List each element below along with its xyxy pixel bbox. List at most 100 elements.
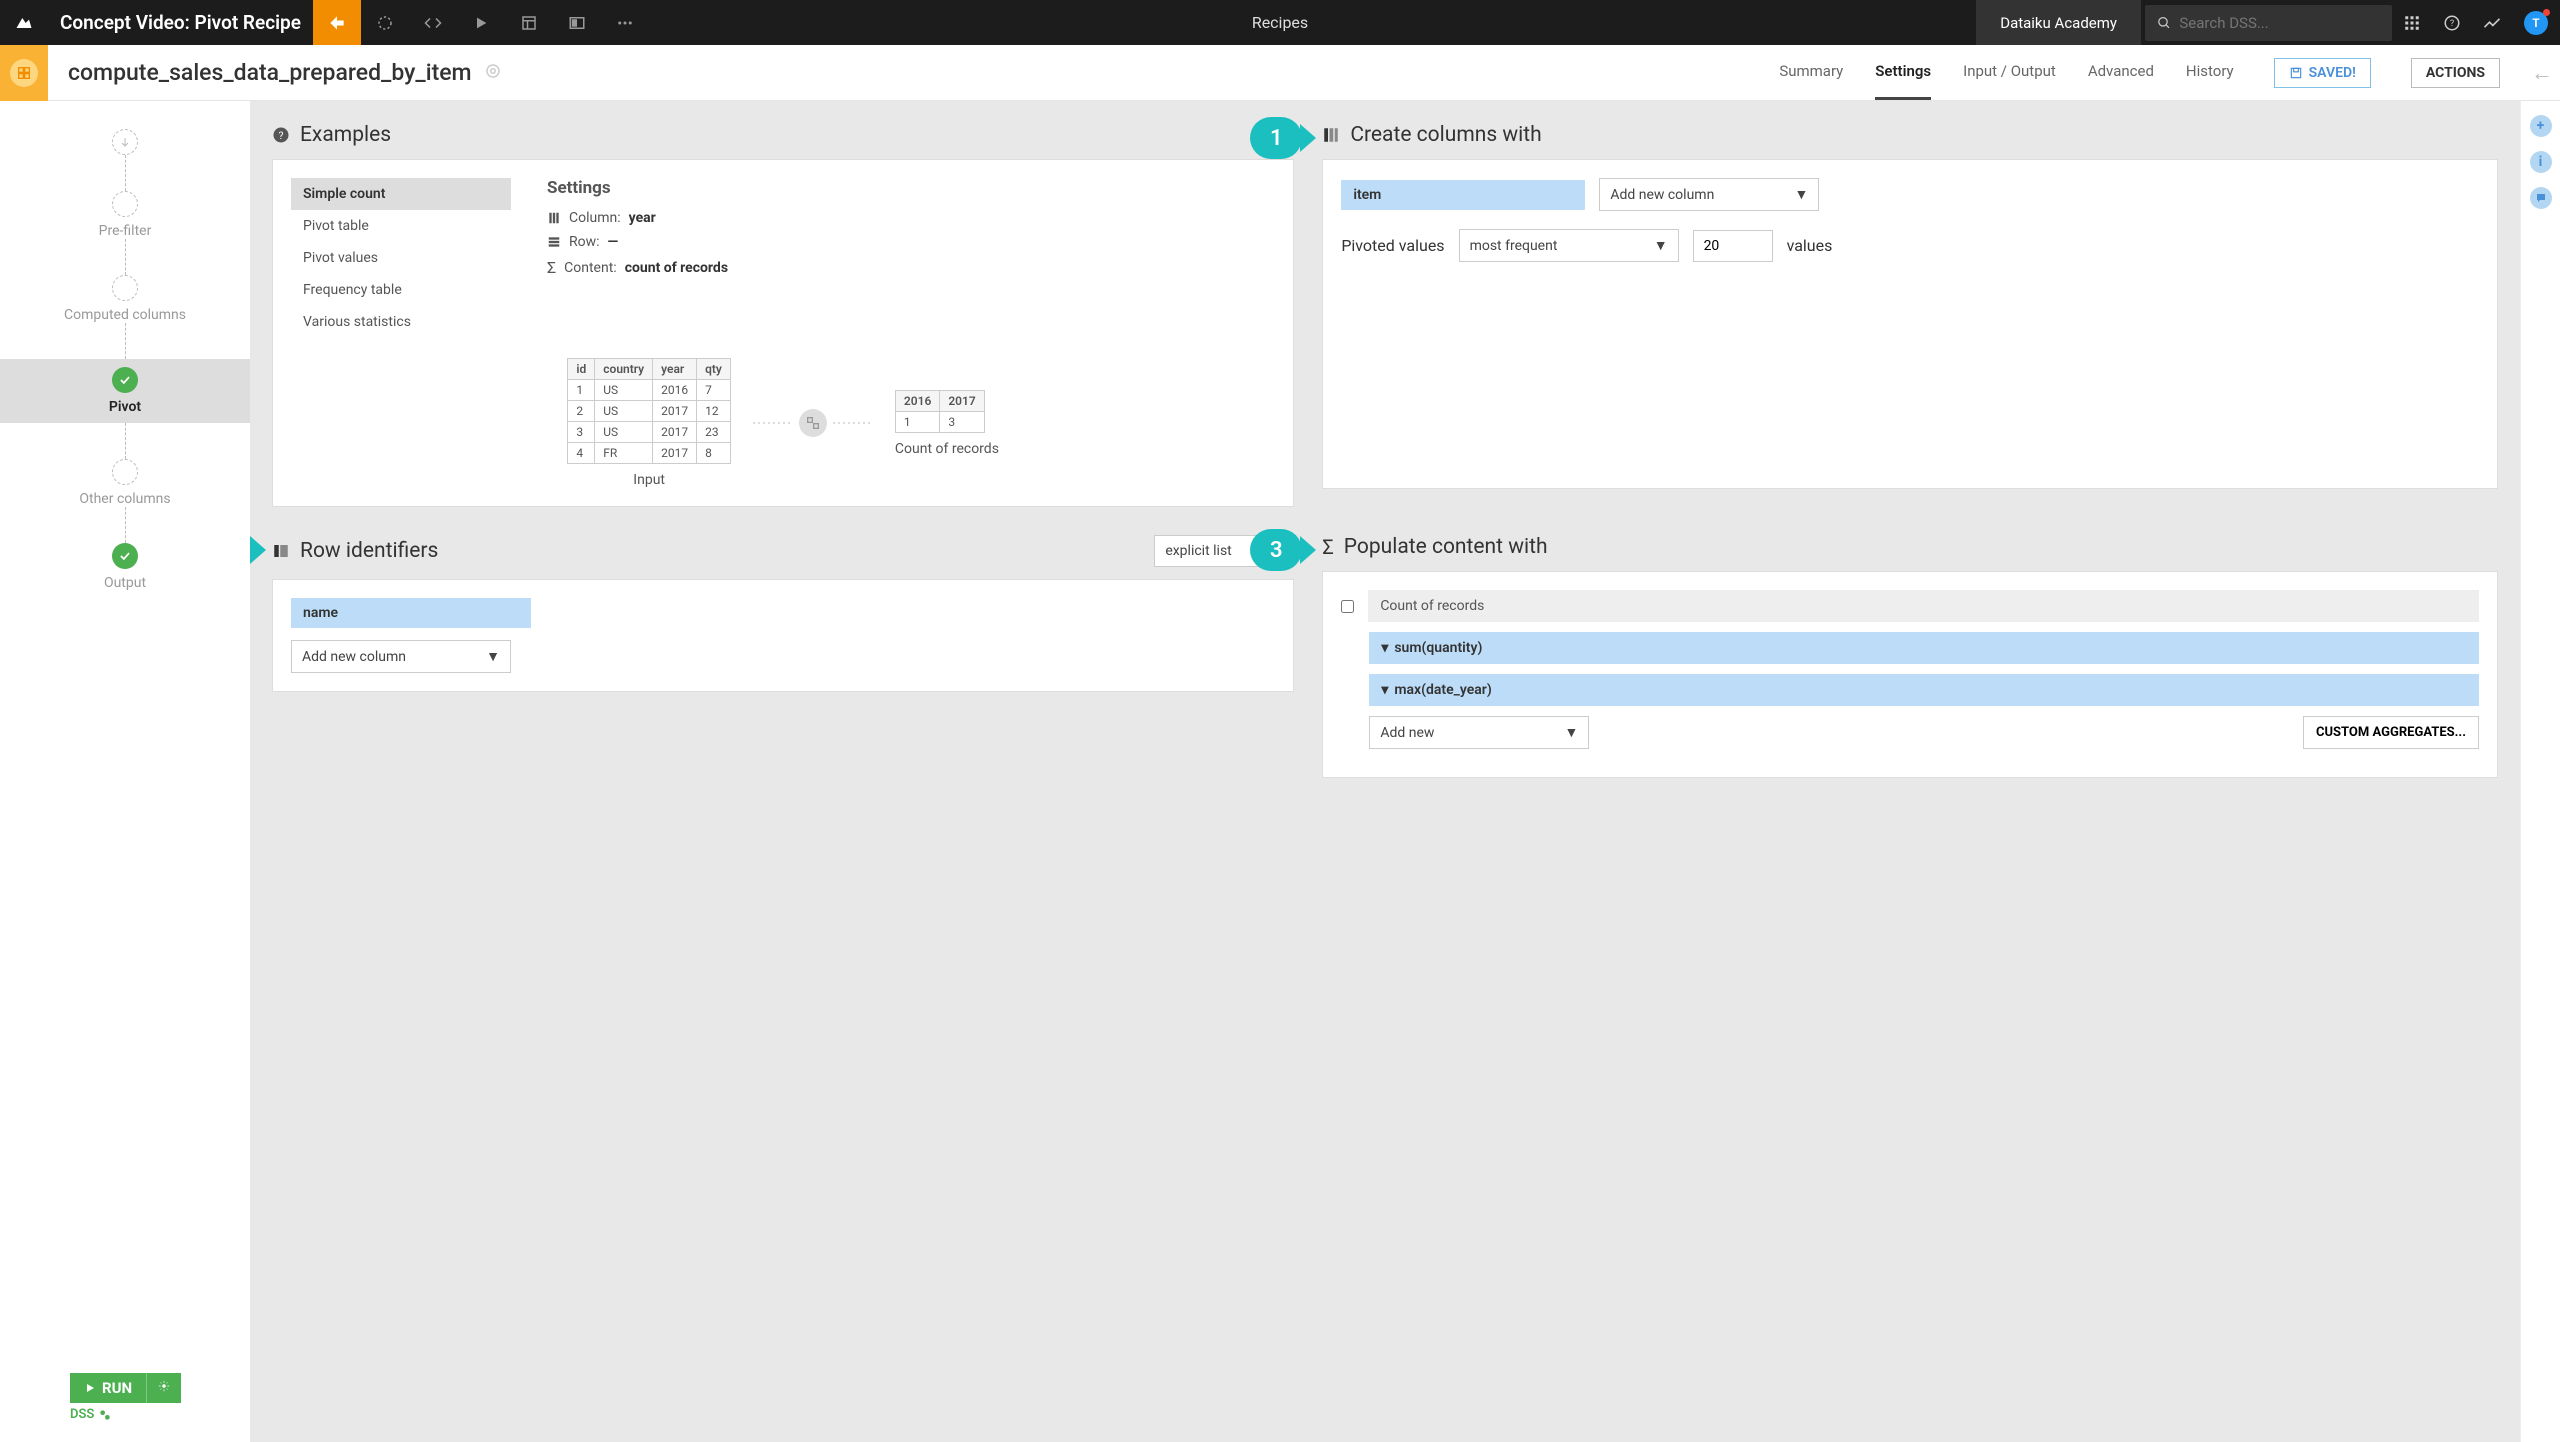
svg-text:?: ? [2450, 19, 2454, 29]
callout-1: 1 [1250, 117, 1302, 159]
agg-max-date-year[interactable]: ▾max(date_year) [1369, 674, 2479, 706]
tab-input-output[interactable]: Input / Output [1963, 45, 2056, 100]
chevron-down-icon: ▼ [1564, 724, 1578, 741]
agg-sum-quantity[interactable]: ▾sum(quantity) [1369, 632, 2479, 664]
sigma-icon: Σ [547, 258, 556, 277]
add-aggregate-select[interactable]: Add new▼ [1369, 716, 1589, 749]
recipe-header: compute_sales_data_prepared_by_item Summ… [0, 45, 2560, 101]
step-pre-filter[interactable]: Pre-filter [99, 191, 152, 239]
step-computed-columns[interactable]: Computed columns [64, 275, 186, 323]
chevron-down-icon: ▼ [1654, 237, 1668, 254]
row-identifiers-title: Row identifiers [272, 539, 438, 563]
recipe-tabs: Summary Settings Input / Output Advanced… [1779, 45, 2524, 100]
custom-aggregates-button[interactable]: CUSTOM AGGREGATES... [2303, 716, 2479, 749]
recipe-name: compute_sales_data_prepared_by_item [68, 59, 472, 86]
rowid-add-column-select[interactable]: Add new column▼ [291, 640, 511, 673]
help-icon: ? [272, 126, 290, 144]
create-columns-panel: item Add new column▼ Pivoted values most… [1322, 159, 2498, 489]
right-rail: + i [2520, 101, 2560, 1442]
circle-icon[interactable] [361, 0, 409, 45]
step-pivot[interactable]: Pivot [0, 359, 250, 423]
tab-settings[interactable]: Settings [1875, 45, 1931, 100]
row-icon [547, 235, 561, 249]
search-icon [2157, 15, 2171, 31]
example-pivot-table[interactable]: Pivot table [291, 210, 511, 242]
logo-bird-icon[interactable] [0, 13, 48, 33]
svg-text:?: ? [279, 129, 284, 142]
collapse-icon[interactable]: ← [2524, 60, 2560, 86]
pipeline-sidebar: Pre-filter Computed columns Pivot Other … [0, 101, 250, 1442]
example-input-table: idcountryyearqty 1US20167 2US201712 3US2… [567, 358, 731, 464]
arrow-icon [753, 420, 793, 426]
column-chip-item[interactable]: item [1341, 180, 1585, 210]
transform-icon [799, 409, 827, 437]
rail-info-icon[interactable]: i [2530, 151, 2552, 173]
run-settings-button[interactable] [146, 1373, 181, 1403]
populate-title: Σ Populate content with [1322, 535, 2498, 559]
breadcrumb-recipes[interactable]: Recipes [1252, 13, 1308, 32]
step-other-columns[interactable]: Other columns [79, 459, 170, 507]
chevron-down-icon: ▼ [486, 648, 500, 665]
gears-icon [98, 1408, 112, 1422]
example-frequency-table[interactable]: Frequency table [291, 274, 511, 306]
run-button[interactable]: RUN [70, 1373, 146, 1403]
count-records-chip[interactable]: Count of records [1368, 590, 2479, 622]
activity-icon[interactable] [2472, 13, 2512, 33]
apps-icon[interactable] [2392, 14, 2432, 32]
pivoted-count-input[interactable] [1693, 230, 1773, 262]
pivoted-mode-select[interactable]: most frequent▼ [1459, 229, 1679, 262]
row-icon [272, 542, 290, 560]
target-icon[interactable] [484, 62, 502, 84]
callout-2: 2 [250, 529, 252, 571]
example-column-row: Column: year [547, 210, 1275, 226]
code-icon[interactable] [409, 0, 457, 45]
gear-icon [157, 1379, 171, 1393]
tab-advanced[interactable]: Advanced [2088, 45, 2154, 100]
count-records-checkbox[interactable] [1341, 600, 1354, 613]
user-avatar[interactable]: T [2524, 11, 2548, 35]
chevron-down-icon: ▾ [1381, 682, 1388, 698]
flow-icon[interactable] [313, 0, 361, 45]
recipe-badge [0, 45, 48, 101]
search-input[interactable] [2179, 14, 2380, 32]
row-identifiers-panel: name Add new column▼ [272, 579, 1294, 692]
example-row-row: Row: — [547, 234, 1275, 250]
add-column-select[interactable]: Add new column▼ [1599, 178, 1819, 211]
tab-summary[interactable]: Summary [1779, 45, 1843, 100]
help-icon[interactable]: ? [2432, 14, 2472, 32]
panel-icon[interactable] [553, 0, 601, 45]
play-icon[interactable] [457, 0, 505, 45]
callout-3: 3 [1250, 529, 1302, 571]
engine-label[interactable]: DSS [70, 1407, 181, 1422]
column-icon [547, 211, 561, 225]
example-content-row: Σ Content: count of records [547, 258, 1275, 277]
global-search[interactable] [2145, 5, 2392, 41]
rail-add-icon[interactable]: + [2530, 115, 2552, 137]
examples-menu: Simple count Pivot table Pivot values Fr… [291, 178, 511, 338]
rail-chat-icon[interactable] [2530, 187, 2552, 209]
example-settings-title: Settings [547, 178, 1275, 198]
more-icon[interactable] [601, 0, 649, 45]
count-caption: Count of records [895, 441, 999, 457]
page-title: Concept Video: Pivot Recipe [48, 11, 313, 34]
dashboard-icon[interactable] [505, 0, 553, 45]
example-pivot-values[interactable]: Pivot values [291, 242, 511, 274]
step-input[interactable] [112, 129, 138, 155]
actions-button[interactable]: ACTIONS [2411, 58, 2500, 88]
saved-button[interactable]: SAVED! [2274, 58, 2371, 88]
rowid-chip-name[interactable]: name [291, 598, 531, 628]
pivoted-values-label: Pivoted values [1341, 236, 1444, 255]
save-icon [2289, 66, 2303, 80]
top-bar: Concept Video: Pivot Recipe Recipes Data… [0, 0, 2560, 45]
example-various-statistics[interactable]: Various statistics [291, 306, 511, 338]
academy-link[interactable]: Dataiku Academy [1976, 0, 2141, 45]
populate-panel: Count of records ▾sum(quantity) ▾max(dat… [1322, 571, 2498, 778]
create-columns-title: Create columns with [1322, 123, 2498, 147]
example-simple-count[interactable]: Simple count [291, 178, 511, 210]
chevron-down-icon: ▼ [1794, 186, 1808, 203]
examples-panel: Simple count Pivot table Pivot values Fr… [272, 159, 1294, 507]
tab-history[interactable]: History [2186, 45, 2234, 100]
pivoted-suffix: values [1787, 236, 1833, 255]
example-output-table: 20162017 13 [895, 390, 985, 433]
step-output[interactable]: Output [104, 543, 146, 591]
